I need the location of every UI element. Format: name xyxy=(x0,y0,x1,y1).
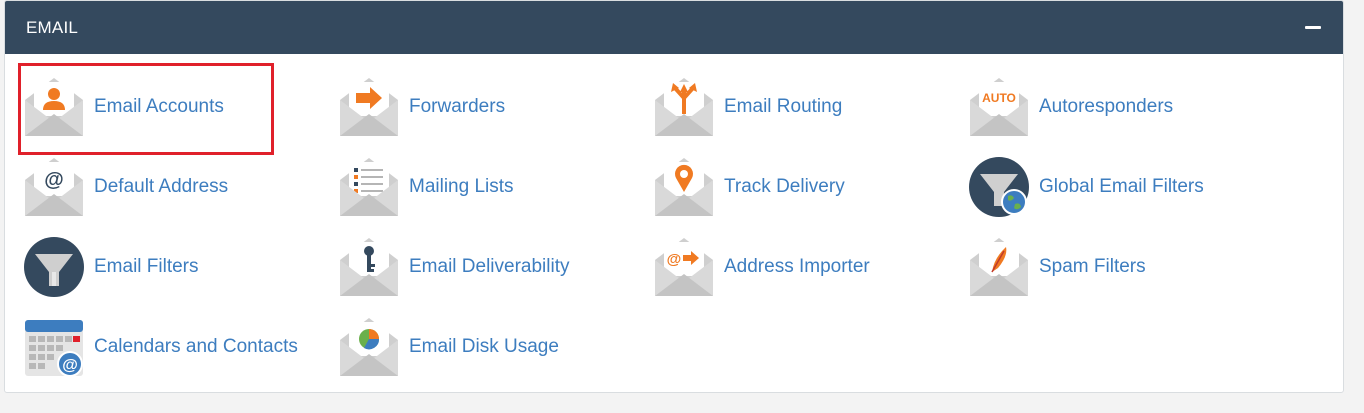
item-label: Track Delivery xyxy=(724,176,845,197)
item-label: Spam Filters xyxy=(1039,256,1146,277)
item-label: Forwarders xyxy=(409,96,506,117)
item-track-delivery[interactable]: Track Delivery xyxy=(653,152,845,222)
forwarders-icon xyxy=(340,78,398,136)
spam-filters-icon xyxy=(970,238,1028,296)
autoresponders-icon: AUTO xyxy=(970,78,1028,136)
email-routing-icon xyxy=(655,78,713,136)
email-panel: EMAIL Email Accounts Forwarders Email Ro… xyxy=(4,0,1344,393)
item-label: Email Filters xyxy=(94,256,199,277)
item-email-disk-usage[interactable]: Email Disk Usage xyxy=(338,312,559,382)
item-default-address[interactable]: @ Default Address xyxy=(23,152,228,222)
email-disk-usage-icon xyxy=(340,318,398,376)
item-label: Email Deliverability xyxy=(409,256,570,277)
track-delivery-icon xyxy=(655,158,713,216)
svg-text:@: @ xyxy=(667,251,682,268)
item-email-filters[interactable]: Email Filters xyxy=(23,232,199,302)
item-label: Email Disk Usage xyxy=(409,336,559,357)
global-email-filters-icon xyxy=(969,157,1029,217)
calendars-and-contacts-icon: @ xyxy=(25,320,83,377)
item-email-routing[interactable]: Email Routing xyxy=(653,72,842,142)
item-email-accounts[interactable]: Email Accounts xyxy=(23,72,224,142)
minus-icon xyxy=(1305,26,1321,29)
section-title: EMAIL xyxy=(26,17,79,37)
email-accounts-icon xyxy=(25,78,83,136)
item-global-email-filters[interactable]: Global Email Filters xyxy=(968,152,1204,222)
panel-header: EMAIL xyxy=(5,1,1343,54)
default-address-icon: @ xyxy=(25,158,83,216)
item-label: Global Email Filters xyxy=(1039,176,1204,197)
svg-text:@: @ xyxy=(62,357,78,374)
item-address-importer[interactable]: @ Address Importer xyxy=(653,232,870,302)
item-label: Default Address xyxy=(94,176,229,197)
item-email-deliverability[interactable]: Email Deliverability xyxy=(338,232,570,302)
item-label: Mailing Lists xyxy=(409,176,514,197)
item-calendars-and-contacts[interactable]: @ Calendars and Contacts xyxy=(23,312,298,382)
svg-text:AUTO: AUTO xyxy=(982,91,1016,105)
svg-text:@: @ xyxy=(44,169,64,191)
item-label: Autoresponders xyxy=(1039,96,1174,117)
email-deliverability-icon xyxy=(340,238,398,296)
item-mailing-lists[interactable]: Mailing Lists xyxy=(338,152,514,222)
collapse-button[interactable] xyxy=(1303,18,1323,38)
email-filters-icon xyxy=(24,237,84,297)
item-label: Email Routing xyxy=(724,96,843,117)
item-spam-filters[interactable]: Spam Filters xyxy=(968,232,1146,302)
item-label: Email Accounts xyxy=(94,96,224,117)
item-forwarders[interactable]: Forwarders xyxy=(338,72,505,142)
mailing-lists-icon xyxy=(340,158,398,216)
item-autoresponders[interactable]: AUTO Autoresponders xyxy=(968,72,1173,142)
address-importer-icon: @ xyxy=(655,238,713,296)
item-label: Address Importer xyxy=(724,256,870,277)
item-label: Calendars and Contacts xyxy=(94,336,298,357)
